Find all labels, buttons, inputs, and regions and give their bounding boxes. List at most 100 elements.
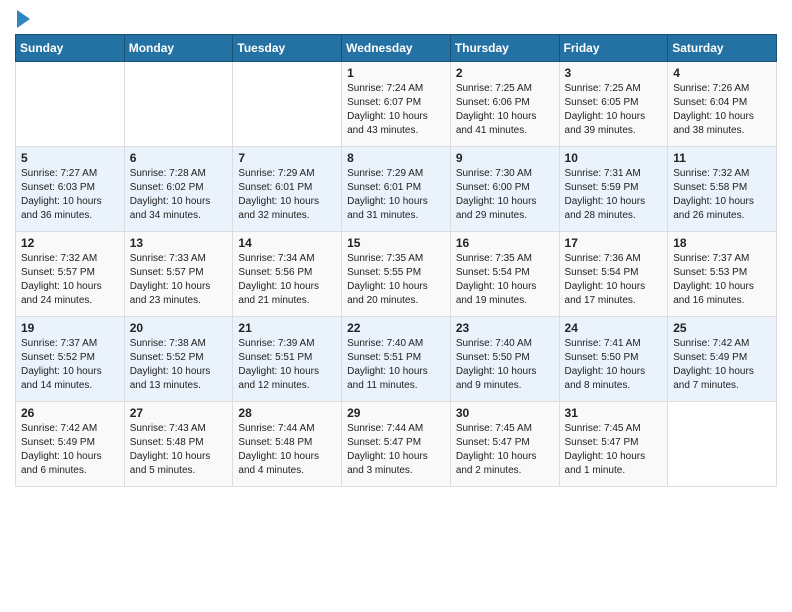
day-number: 15 [347,236,445,250]
cell-content-line: Sunset: 5:55 PM [347,266,445,280]
cell-content-line: and 14 minutes. [21,379,119,393]
cell-content-line: and 11 minutes. [347,379,445,393]
calendar-cell [124,62,233,147]
cell-content-line: Sunrise: 7:29 AM [238,167,336,181]
calendar-cell: 3Sunrise: 7:25 AMSunset: 6:05 PMDaylight… [559,62,668,147]
calendar-cell: 20Sunrise: 7:38 AMSunset: 5:52 PMDayligh… [124,317,233,402]
calendar-cell: 21Sunrise: 7:39 AMSunset: 5:51 PMDayligh… [233,317,342,402]
cell-content-line: Sunset: 6:04 PM [673,96,771,110]
cell-content-line: Sunset: 5:51 PM [347,351,445,365]
calendar-cell: 26Sunrise: 7:42 AMSunset: 5:49 PMDayligh… [16,402,125,487]
day-number: 5 [21,151,119,165]
cell-content-line: Daylight: 10 hours [456,195,554,209]
cell-content-line: Sunrise: 7:35 AM [456,252,554,266]
cell-content-line: Sunrise: 7:36 AM [565,252,663,266]
cell-content-line: Daylight: 10 hours [347,365,445,379]
day-number: 16 [456,236,554,250]
cell-content-line: Daylight: 10 hours [565,195,663,209]
day-number: 22 [347,321,445,335]
day-number: 6 [130,151,228,165]
cell-content-line: Sunrise: 7:40 AM [347,337,445,351]
cell-content-line: Daylight: 10 hours [238,365,336,379]
cell-content-line: Sunrise: 7:35 AM [347,252,445,266]
cell-content-line: Daylight: 10 hours [130,450,228,464]
cell-content-line: Daylight: 10 hours [565,280,663,294]
calendar-cell: 14Sunrise: 7:34 AMSunset: 5:56 PMDayligh… [233,232,342,317]
calendar-cell [16,62,125,147]
cell-content-line: Sunrise: 7:45 AM [565,422,663,436]
cell-content-line: Sunrise: 7:45 AM [456,422,554,436]
calendar-cell: 31Sunrise: 7:45 AMSunset: 5:47 PMDayligh… [559,402,668,487]
cell-content-line: Daylight: 10 hours [565,110,663,124]
day-number: 25 [673,321,771,335]
calendar-cell: 27Sunrise: 7:43 AMSunset: 5:48 PMDayligh… [124,402,233,487]
day-number: 10 [565,151,663,165]
day-number: 20 [130,321,228,335]
cell-content-line: and 34 minutes. [130,209,228,223]
cell-content-line: Daylight: 10 hours [130,365,228,379]
cell-content-line: and 16 minutes. [673,294,771,308]
cell-content-line: and 6 minutes. [21,464,119,478]
cell-content-line: and 20 minutes. [347,294,445,308]
cell-content-line: and 31 minutes. [347,209,445,223]
calendar-cell: 30Sunrise: 7:45 AMSunset: 5:47 PMDayligh… [450,402,559,487]
cell-content-line: Sunrise: 7:26 AM [673,82,771,96]
column-header-tuesday: Tuesday [233,35,342,62]
cell-content-line: and 36 minutes. [21,209,119,223]
day-number: 13 [130,236,228,250]
cell-content-line: and 4 minutes. [238,464,336,478]
cell-content-line: Sunrise: 7:37 AM [673,252,771,266]
cell-content-line: Sunset: 5:54 PM [565,266,663,280]
cell-content-line: Daylight: 10 hours [347,280,445,294]
cell-content-line: Daylight: 10 hours [238,195,336,209]
day-number: 23 [456,321,554,335]
cell-content-line: Daylight: 10 hours [21,280,119,294]
calendar-table: SundayMondayTuesdayWednesdayThursdayFrid… [15,34,777,487]
cell-content-line: Daylight: 10 hours [673,195,771,209]
cell-content-line: Sunrise: 7:32 AM [673,167,771,181]
cell-content-line: Sunrise: 7:40 AM [456,337,554,351]
cell-content-line: Sunrise: 7:42 AM [21,422,119,436]
day-number: 19 [21,321,119,335]
column-header-wednesday: Wednesday [342,35,451,62]
day-number: 28 [238,406,336,420]
cell-content-line: Daylight: 10 hours [347,110,445,124]
cell-content-line: Sunrise: 7:44 AM [238,422,336,436]
cell-content-line: and 2 minutes. [456,464,554,478]
cell-content-line: Sunrise: 7:33 AM [130,252,228,266]
cell-content-line: Sunset: 5:53 PM [673,266,771,280]
calendar-cell: 15 Sunrise: 7:35 AMSunset: 5:55 PMDayligh… [342,232,451,317]
day-number: 4 [673,66,771,80]
calendar-cell: 8Sunrise: 7:29 AMSunset: 6:01 PMDaylight… [342,147,451,232]
cell-content-line: Sunrise: 7:42 AM [673,337,771,351]
calendar-cell: 22 Sunrise: 7:40 AMSunset: 5:51 PMDayligh… [342,317,451,402]
day-number: 29 [347,406,445,420]
calendar-week-row: 19Sunrise: 7:37 AMSunset: 5:52 PMDayligh… [16,317,777,402]
cell-content-line: Daylight: 10 hours [565,450,663,464]
cell-content-line: Sunrise: 7:25 AM [456,82,554,96]
column-header-thursday: Thursday [450,35,559,62]
logo [15,10,30,28]
cell-content-line: Sunrise: 7:24 AM [347,82,445,96]
calendar-cell: 19Sunrise: 7:37 AMSunset: 5:52 PMDayligh… [16,317,125,402]
cell-content-line: Daylight: 10 hours [673,280,771,294]
cell-content-line: Daylight: 10 hours [130,280,228,294]
cell-content-line: Daylight: 10 hours [21,450,119,464]
day-number: 24 [565,321,663,335]
cell-content-line: Sunset: 5:50 PM [565,351,663,365]
cell-content-line: and 29 minutes. [456,209,554,223]
cell-content-line: and 26 minutes. [673,209,771,223]
cell-content-line: and 8 minutes. [565,379,663,393]
cell-content-line: Daylight: 10 hours [238,280,336,294]
cell-content-line: Sunset: 5:48 PM [130,436,228,450]
day-number: 27 [130,406,228,420]
cell-content-line: Sunset: 6:03 PM [21,181,119,195]
cell-content-line: and 41 minutes. [456,124,554,138]
cell-content-line: and 43 minutes. [347,124,445,138]
calendar-cell: 25Sunrise: 7:42 AMSunset: 5:49 PMDayligh… [668,317,777,402]
calendar-cell [668,402,777,487]
cell-content-line: Sunrise: 7:30 AM [456,167,554,181]
calendar-cell: 11Sunrise: 7:32 AMSunset: 5:58 PMDayligh… [668,147,777,232]
calendar-cell: 6Sunrise: 7:28 AMSunset: 6:02 PMDaylight… [124,147,233,232]
calendar-week-row: 26Sunrise: 7:42 AMSunset: 5:49 PMDayligh… [16,402,777,487]
